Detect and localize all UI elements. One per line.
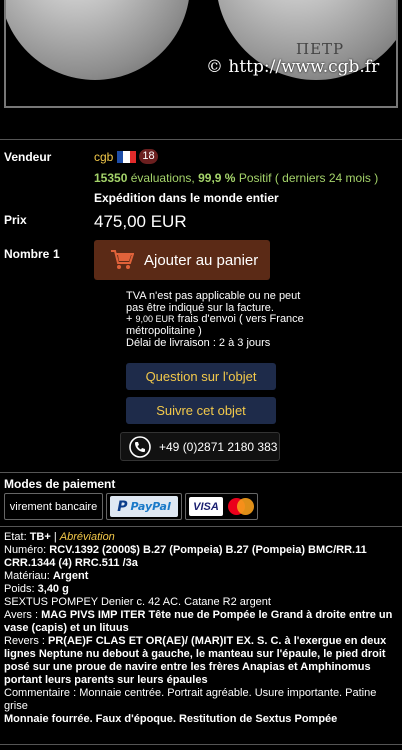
paypal-mark-icon: P (117, 498, 128, 515)
reverse-value: PR(AE)F CLAS ET OR(AE)/ (MAR)IT EX. S. C… (4, 635, 387, 686)
abbreviation-link[interactable]: Abréviation (60, 531, 115, 543)
quantity-value: 1 (53, 247, 60, 261)
comment-label: Commentaire : (4, 687, 77, 699)
divider (0, 744, 402, 745)
condition-label: Etat: (4, 531, 27, 543)
cart-icon (111, 250, 134, 269)
weight-row: Poids: 3,40 g (4, 583, 398, 596)
obverse-value: MAG PIVS IMP ITER Tête nue de Pompée le … (4, 609, 393, 634)
phone-icon (129, 435, 151, 458)
tax-info-line1: TVA n'est pas applicable ou ne peut (126, 290, 301, 302)
positive-percent: 99,9 % (198, 171, 236, 185)
evaluation-word: évaluations, (130, 171, 195, 185)
reverse-label: Revers : (4, 635, 45, 647)
plus-sign: + (126, 313, 133, 325)
condition-separator: | (53, 531, 57, 543)
product-image[interactable]: ΠΕΤΡ © http://www.cgb.fr (4, 0, 398, 108)
seller-label: Vendeur (4, 150, 52, 164)
shipping-destination: métropolitaine ) (126, 325, 202, 337)
payment-heading: Modes de paiement (4, 477, 116, 491)
positive-word: Positif (238, 171, 272, 185)
reference-value: RCV.1392 (2000$) B.27 (Pompeia) B.27 (Po… (4, 544, 367, 569)
material-label: Matériau: (4, 570, 50, 582)
divider (0, 526, 402, 527)
phone-number: +49 (0)2871 2180 383 (159, 439, 278, 454)
shipping-worldwide: Expédition dans le monde entier (94, 191, 279, 205)
quantity-label: Nombre (4, 247, 50, 261)
seller-name-link[interactable]: cgb (94, 150, 113, 164)
evaluation-period: ( derniers 24 mois ) (274, 171, 379, 185)
paypal-wordmark: PayPal (130, 500, 171, 513)
paypal-option[interactable]: P PayPal (106, 493, 182, 520)
mastercard-icon (228, 498, 254, 515)
condition-value: TB+ (29, 531, 51, 543)
material-row: Matériau: Argent (4, 570, 398, 583)
coin-obverse-image (6, 0, 190, 80)
delivery-time: Délai de livraison : 2 à 3 jours (126, 337, 271, 349)
reference-row: Numéro: RCV.1392 (2000$) B.27 (Pompeia) … (4, 544, 398, 570)
seller-badge: 18 (139, 149, 158, 164)
obverse-label: Avers : (4, 609, 39, 621)
bank-transfer-label: virement bancaire (9, 500, 98, 513)
weight-value: 3,40 g (37, 583, 69, 595)
item-note: Monnaie fourrée. Faux d'époque. Restitut… (4, 713, 338, 725)
material-value: Argent (52, 570, 89, 582)
divider (0, 139, 402, 140)
weight-label: Poids: (4, 583, 35, 595)
reference-label: Numéro: (4, 544, 47, 556)
price-label: Prix (4, 213, 27, 227)
obverse-row: Avers : MAG PIVS IMP ITER Tête nue de Po… (4, 609, 398, 635)
ask-question-label: Question sur l'objet (145, 369, 257, 384)
phone-contact[interactable]: +49 (0)2871 2180 383 (120, 432, 280, 461)
seller-evaluations[interactable]: 15350 évaluations, 99,9 % Positif ( dern… (94, 171, 378, 185)
item-description: Etat: TB+ | Abréviation Numéro: RCV.1392… (4, 531, 398, 726)
reverse-row: Revers : PR(AE)F CLAS ET OR(AE)/ (MAR)IT… (4, 635, 398, 687)
condition-row: Etat: TB+ | Abréviation (4, 531, 398, 544)
shipping-amount: 9,00 EUR (135, 314, 175, 324)
evaluation-count: 15350 (94, 171, 128, 185)
card-option[interactable]: VISA (185, 493, 258, 520)
visa-logo: VISA (189, 497, 223, 516)
image-watermark: © http://www.cgb.fr (206, 57, 380, 77)
follow-item-button[interactable]: Suivre cet objet (126, 397, 276, 424)
bank-transfer-option[interactable]: virement bancaire (4, 493, 103, 520)
divider (0, 472, 402, 473)
france-flag-icon (117, 151, 136, 163)
shipping-cost-line: + 9,00 EUR frais d'envoi ( vers France (126, 313, 304, 325)
coin-legend: ΠΕΤΡ (296, 40, 345, 58)
follow-item-label: Suivre cet objet (156, 403, 246, 418)
add-to-cart-button[interactable]: Ajouter au panier (94, 240, 270, 280)
shipping-cost-text: frais d'envoi ( vers France (177, 313, 304, 325)
add-to-cart-label: Ajouter au panier (144, 251, 259, 269)
item-title: SEXTUS POMPEY Denier c. 42 AC. Catane R2… (4, 596, 271, 608)
price-value: 475,00 EUR (94, 212, 187, 231)
comment-row: Commentaire : Monnaie centrée. Portrait … (4, 687, 398, 713)
paypal-logo: P PayPal (110, 496, 178, 517)
ask-question-button[interactable]: Question sur l'objet (126, 363, 276, 390)
